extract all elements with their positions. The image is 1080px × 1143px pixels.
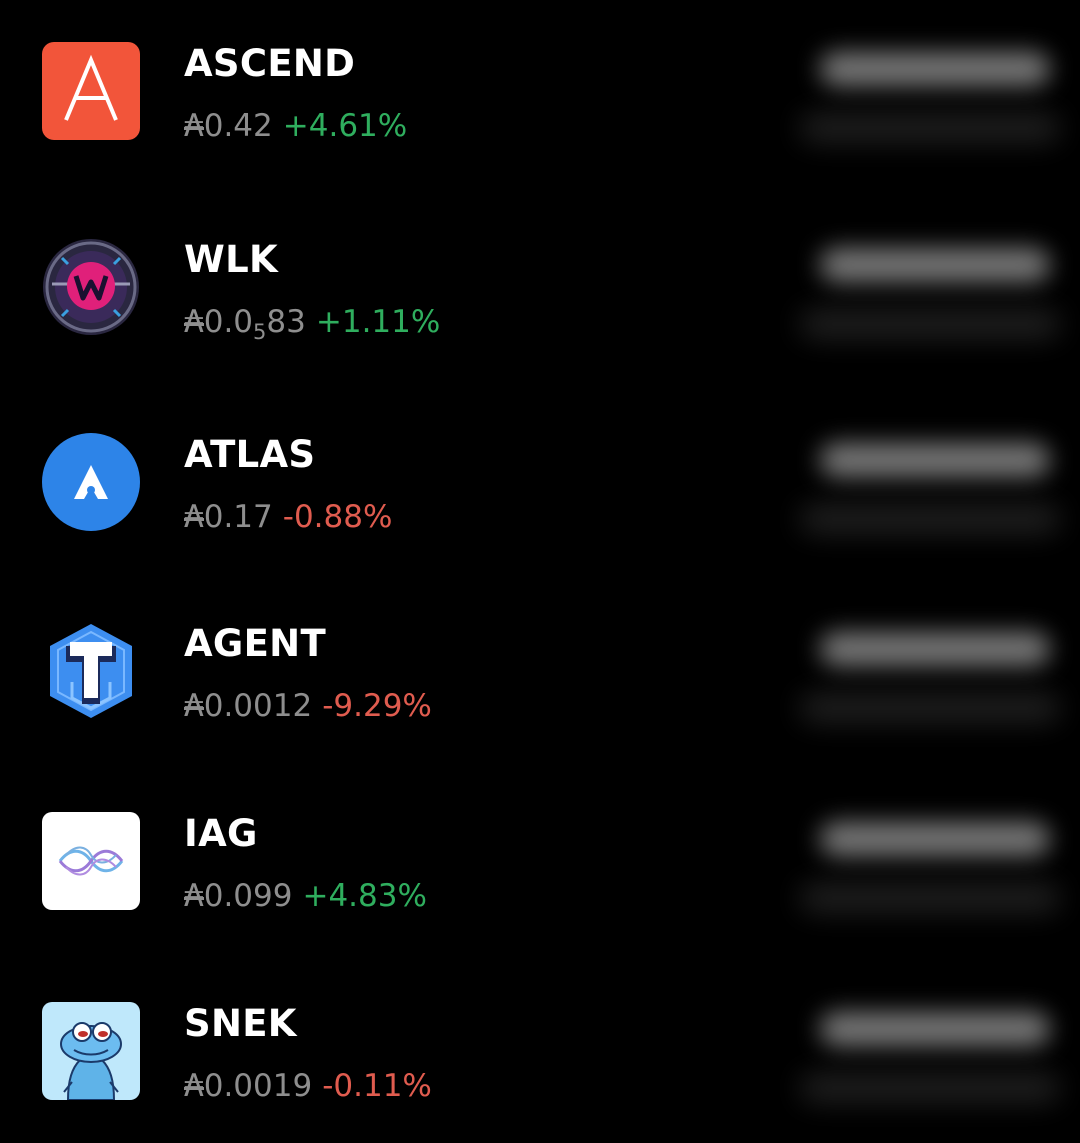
token-row-agent[interactable]: AGENT ₳0.0012 -9.29% [0, 622, 1080, 724]
hidden-balance [820, 52, 1050, 86]
token-price: 0.17 [203, 499, 273, 535]
token-price: 0.0019 [203, 1068, 313, 1104]
token-name: WLK [184, 238, 278, 281]
hidden-balance [820, 822, 1050, 856]
token-price: 0.0012 [203, 688, 313, 724]
hidden-balance [820, 632, 1050, 666]
token-quote: ₳0.099 +4.83% [184, 878, 427, 914]
iag-logo-icon [42, 812, 140, 910]
price-prefix: 0.0 [203, 304, 254, 340]
token-row-ascend[interactable]: ASCEND ₳0.42 +4.61% [0, 42, 1080, 144]
token-row-iag[interactable]: IAG ₳0.099 +4.83% [0, 812, 1080, 914]
snek-logo-icon [42, 1002, 140, 1100]
hidden-value [800, 1074, 1060, 1102]
hidden-value [800, 884, 1060, 912]
token-price: 0.42 [203, 108, 273, 144]
token-row-wlk[interactable]: WLK ₳0.0583 +1.11% [0, 238, 1080, 344]
token-row-atlas[interactable]: ATLAS ₳0.17 -0.88% [0, 433, 1080, 535]
token-change: -9.29% [322, 688, 432, 724]
ada-symbol: ₳ [184, 1068, 204, 1104]
hidden-balance [820, 1012, 1050, 1046]
ascend-logo-icon [42, 42, 140, 140]
price-zero-count: 5 [253, 320, 267, 344]
token-name: ASCEND [184, 42, 356, 85]
hidden-value [800, 694, 1060, 722]
atlas-logo-icon [42, 433, 140, 531]
token-list: ASCEND ₳0.42 +4.61% WLK ₳0.0583 +1.11% A… [0, 0, 1080, 1143]
token-name: IAG [184, 812, 258, 855]
hidden-value [800, 114, 1060, 142]
token-change: +4.61% [282, 108, 408, 144]
hidden-balance [820, 443, 1050, 477]
ada-symbol: ₳ [184, 878, 204, 914]
hidden-balance [820, 248, 1050, 282]
token-quote: ₳0.0019 -0.11% [184, 1068, 432, 1104]
wlk-logo-icon [42, 238, 140, 336]
hidden-value [800, 505, 1060, 533]
price-digits: 83 [266, 304, 306, 340]
token-quote: ₳0.17 -0.88% [184, 499, 392, 535]
token-row-snek[interactable]: SNEK ₳0.0019 -0.11% [0, 1002, 1080, 1104]
agent-logo-icon [42, 622, 140, 720]
token-price: 0.0583 [203, 304, 306, 344]
token-change: +1.11% [315, 304, 441, 340]
ada-symbol: ₳ [184, 688, 204, 724]
token-name: SNEK [184, 1002, 297, 1045]
token-quote: ₳0.0583 +1.11% [184, 304, 441, 344]
token-change: -0.88% [282, 499, 393, 535]
token-price: 0.099 [203, 878, 293, 914]
hidden-value [800, 310, 1060, 338]
ada-symbol: ₳ [184, 304, 204, 340]
ada-symbol: ₳ [184, 108, 204, 144]
token-change: -0.11% [322, 1068, 432, 1104]
token-name: AGENT [184, 622, 326, 665]
token-quote: ₳0.42 +4.61% [184, 108, 407, 144]
token-quote: ₳0.0012 -9.29% [184, 688, 432, 724]
token-change: +4.83% [302, 878, 427, 914]
ada-symbol: ₳ [184, 499, 204, 535]
token-name: ATLAS [184, 433, 316, 476]
